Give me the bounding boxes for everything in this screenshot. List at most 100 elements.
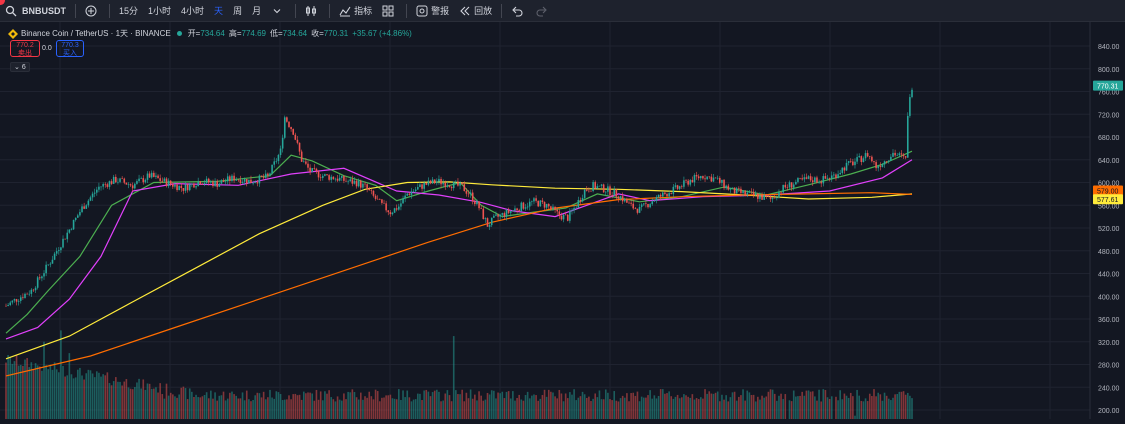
chart-type-button[interactable] (300, 0, 325, 22)
candle-body (767, 196, 770, 197)
volume-bar (212, 398, 214, 419)
redo-button[interactable] (531, 0, 556, 22)
candle-body (370, 190, 373, 191)
volume-bar (442, 400, 444, 419)
candle-body (655, 197, 658, 201)
volume-bar (49, 364, 52, 419)
candle-body (174, 184, 176, 187)
volume-bar (581, 391, 584, 419)
symbol-search[interactable]: BNBUSDT (0, 0, 71, 22)
moving-average-line-3 (5, 181, 913, 360)
interval-15m[interactable]: 15分 (114, 0, 143, 22)
interval-1d[interactable]: 天 (209, 0, 228, 22)
volume-bar (533, 394, 535, 419)
volume-bar (13, 361, 16, 419)
volume-bar (645, 397, 647, 419)
volume-bar (702, 398, 704, 419)
price-tick-label: 520.00 (1098, 226, 1120, 233)
price-chart[interactable]: 840.00800.00760.00720.00680.00640.00600.… (0, 22, 1125, 419)
volume-bar (564, 393, 567, 419)
volume-bar (664, 393, 666, 419)
volume-bar (144, 389, 147, 419)
sell-label: 卖出 (18, 50, 32, 57)
volume-bar (828, 398, 831, 419)
layout-button[interactable] (377, 0, 402, 22)
candle-body (100, 186, 102, 188)
compare-button[interactable] (80, 0, 105, 22)
candle-body (70, 229, 73, 230)
candle-body (554, 206, 556, 210)
volume-bar (138, 378, 140, 419)
price-tick-label: 560.00 (1098, 203, 1120, 210)
volume-bar (655, 398, 658, 419)
chart-grid (0, 22, 1090, 419)
volume-bar (604, 389, 607, 419)
volume-bar (188, 388, 191, 419)
volume-bar (108, 383, 111, 419)
candle-body (543, 201, 546, 208)
volume-bar (74, 377, 77, 419)
volume-bar (560, 393, 563, 419)
volume-bar (535, 395, 537, 419)
volume-bar (81, 375, 83, 419)
candle-body (36, 277, 39, 288)
candle-body (505, 209, 508, 217)
volume-bar (131, 389, 134, 419)
candle-body (332, 176, 335, 180)
sell-button[interactable]: 770.2 卖出 (10, 40, 40, 57)
volume-bar (537, 400, 539, 419)
volume-bar (77, 369, 79, 419)
volume-bar (649, 390, 651, 419)
volume-bar (343, 393, 345, 419)
high-label: 高= (228, 29, 242, 38)
volume-bar (543, 389, 546, 419)
volume-bar (735, 400, 738, 419)
alert-button[interactable]: 警报 (411, 0, 454, 22)
volume-bar (847, 397, 850, 419)
volume-bar (408, 397, 411, 419)
volume-bar (666, 393, 668, 419)
candle-body (330, 176, 333, 180)
indicator-collapse-button[interactable]: ⌄ 6 (10, 62, 30, 72)
candle-body (224, 181, 227, 182)
volume-bar (579, 396, 582, 419)
candle-body (769, 196, 772, 200)
candle-body (693, 175, 696, 183)
interval-1m[interactable]: 月 (247, 0, 266, 22)
candle-body (700, 176, 702, 179)
chart-area[interactable]: 840.00 800.00 760.00 720.00 680.00 640.00 600.… (0, 22, 1125, 419)
candle-body (19, 297, 22, 301)
volume-bar (849, 392, 852, 419)
volume-bar (691, 394, 694, 419)
candle-body (862, 158, 865, 162)
candle-body (364, 183, 366, 185)
interval-1w[interactable]: 周 (228, 0, 247, 22)
volume-bar (531, 395, 533, 419)
candle-body (708, 176, 711, 178)
indicators-button[interactable]: 指标 (334, 0, 377, 22)
candle-body (539, 200, 542, 207)
interval-dropdown[interactable] (266, 0, 291, 22)
candle-body (381, 199, 383, 203)
candle-body (873, 161, 875, 163)
undo-button[interactable] (506, 0, 531, 22)
candle-body (222, 180, 225, 182)
volume-bar (814, 396, 816, 419)
candle-body (256, 182, 259, 184)
candle-body (353, 180, 356, 184)
interval-4h[interactable]: 4小时 (176, 0, 209, 22)
candle-body (657, 194, 660, 198)
volume-bar (245, 390, 248, 419)
candle-body (569, 210, 571, 221)
candle-body (651, 201, 654, 205)
candle-body (604, 191, 607, 193)
interval-1h[interactable]: 1小时 (143, 0, 176, 22)
candle-body (252, 182, 254, 184)
undo-icon (512, 6, 523, 17)
candle-body (482, 208, 485, 220)
volume-bar (799, 395, 801, 419)
candle-body (763, 195, 765, 200)
replay-button[interactable]: 回放 (454, 0, 497, 22)
buy-button[interactable]: 770.3 买入 (56, 40, 84, 57)
last-price-label: 770.31 (1097, 84, 1119, 91)
